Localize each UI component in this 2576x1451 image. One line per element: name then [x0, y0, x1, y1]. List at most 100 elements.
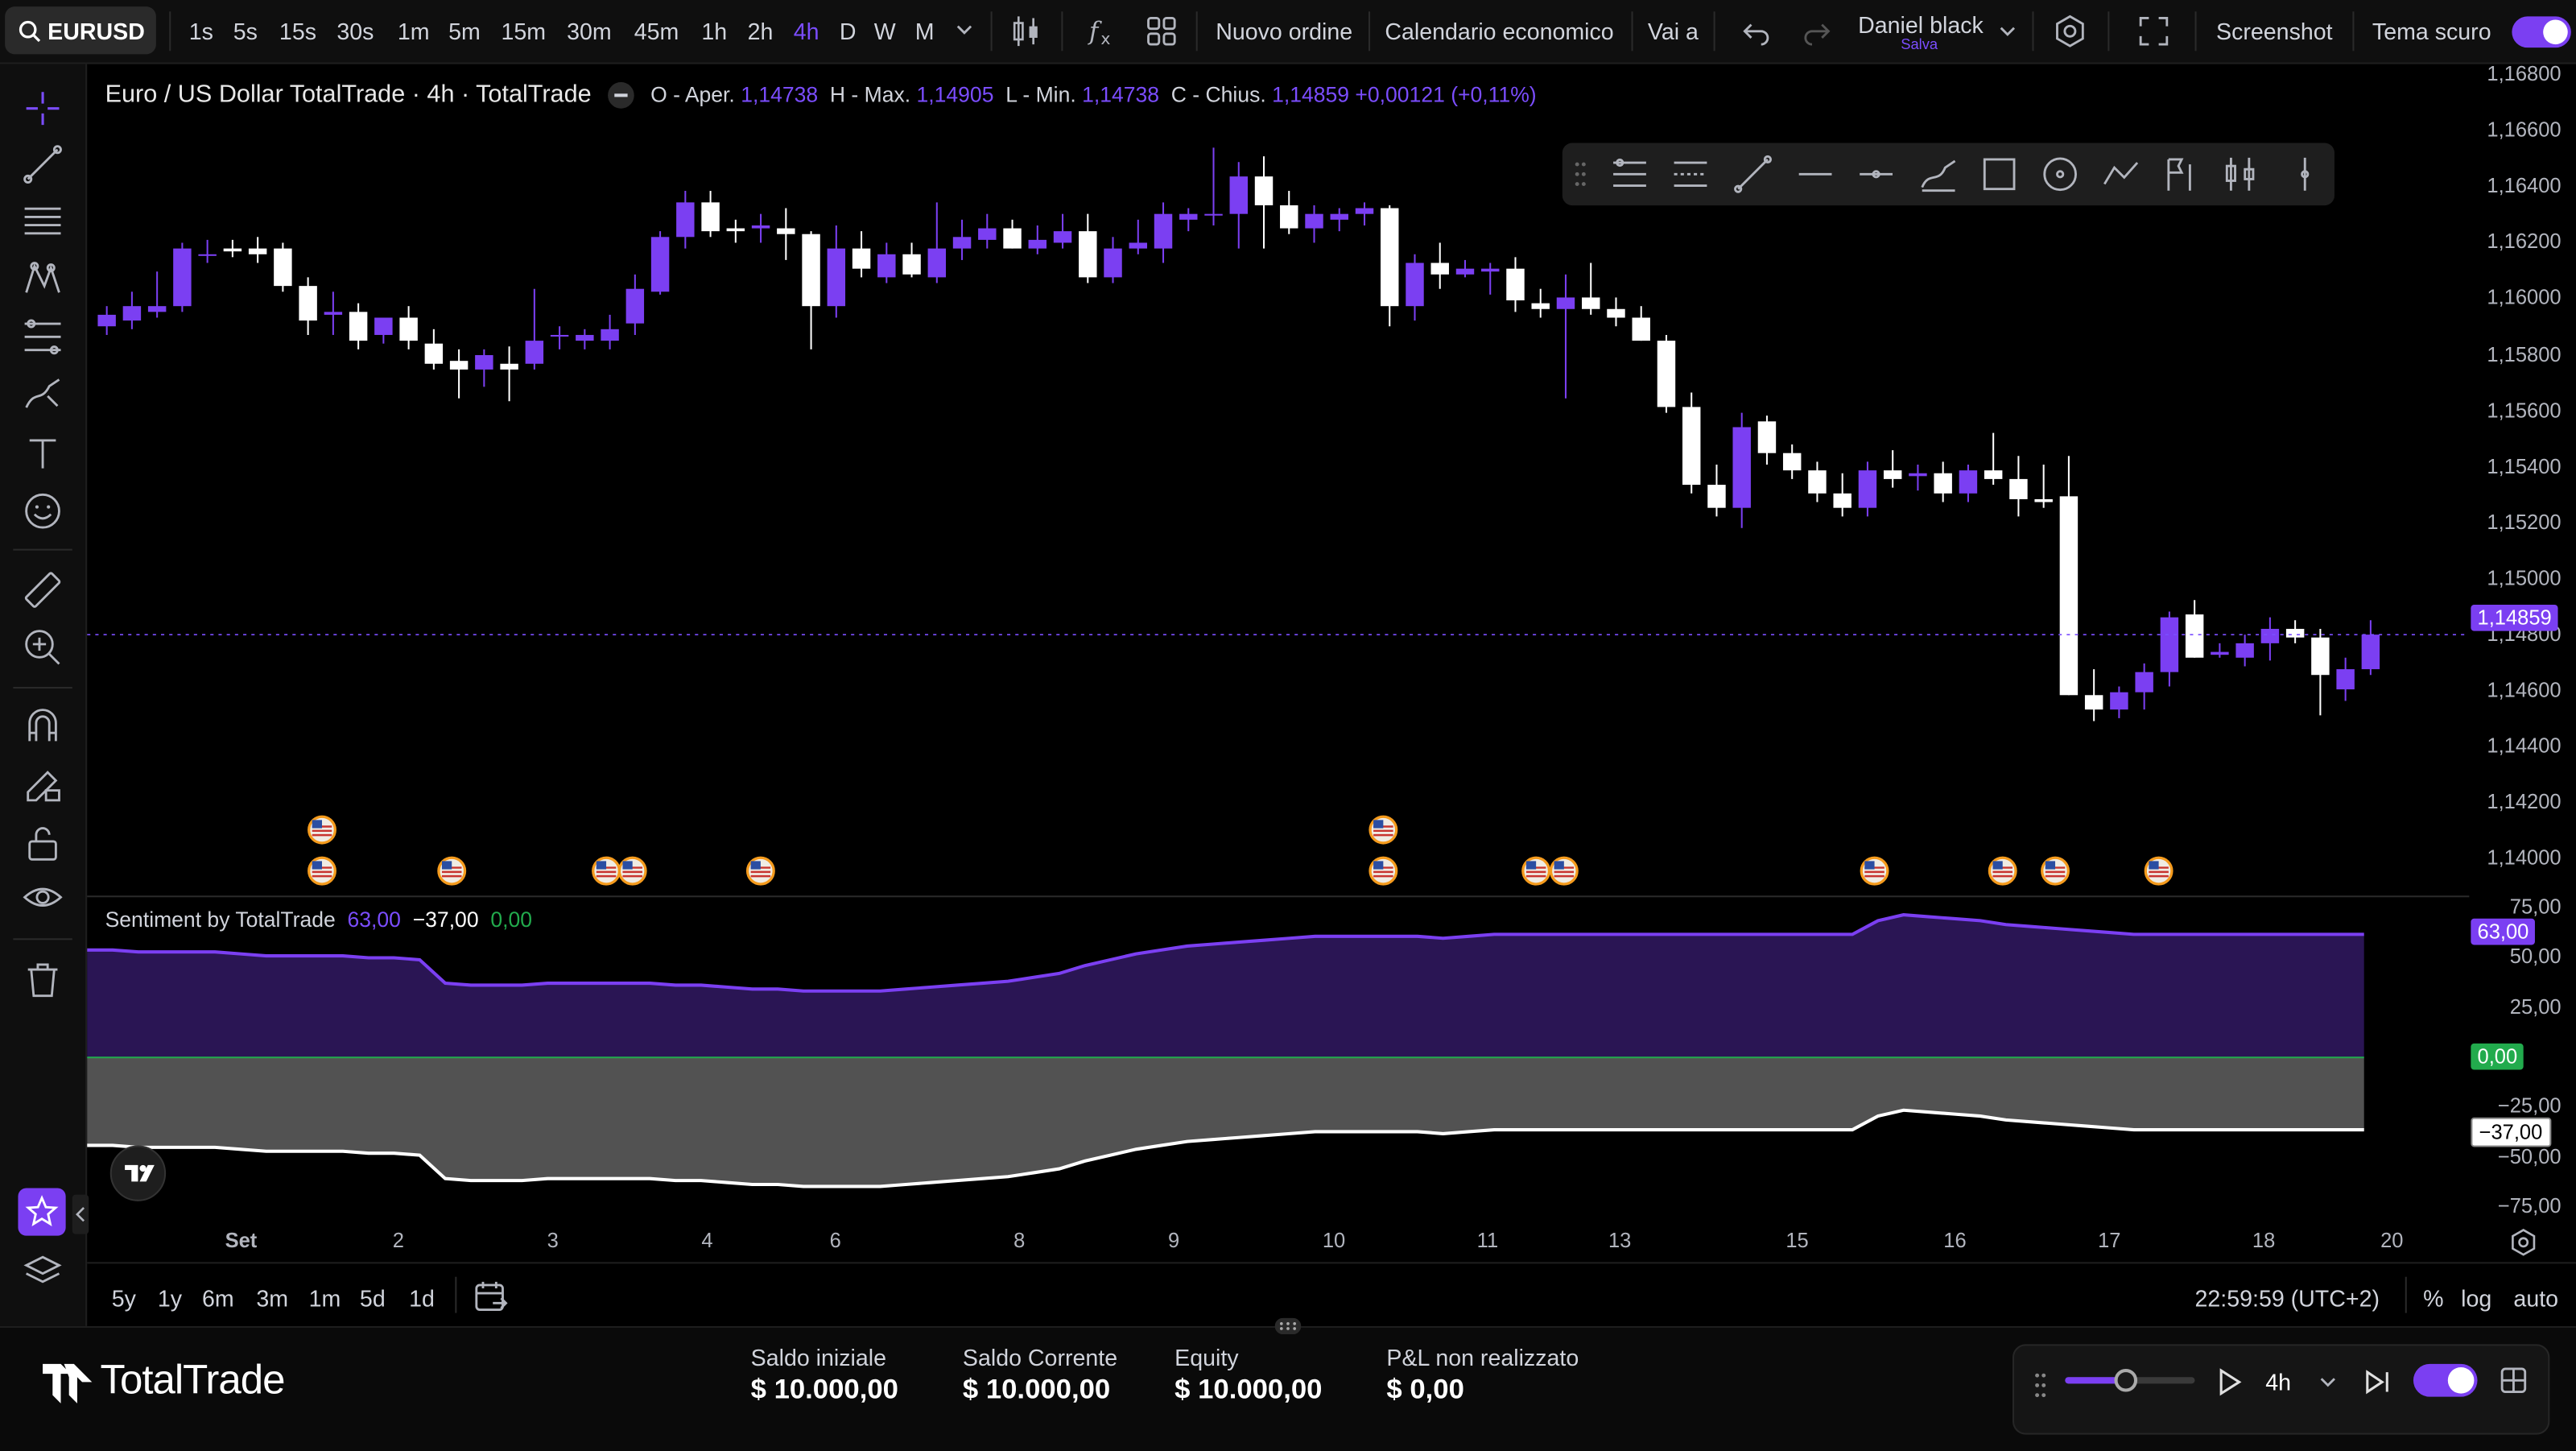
- crosshair-icon[interactable]: [22, 87, 64, 130]
- replay-toggle[interactable]: [2413, 1363, 2478, 1397]
- fullscreen-icon[interactable]: [2139, 16, 2169, 46]
- screenshot-button[interactable]: Screenshot: [2216, 18, 2333, 44]
- us-event-flag-icon[interactable]: [2041, 856, 2070, 886]
- rectangle-icon[interactable]: [1979, 155, 2019, 194]
- symbol-search-button[interactable]: EURUSD: [5, 6, 156, 55]
- range-5d[interactable]: 5d: [360, 1285, 386, 1312]
- drag-handle-icon[interactable]: [1572, 158, 1588, 191]
- interval-1m[interactable]: 1m: [398, 18, 430, 44]
- collapse-legend-icon[interactable]: [608, 81, 634, 108]
- step-forward-icon[interactable]: [2363, 1367, 2392, 1397]
- lock-icon[interactable]: [22, 821, 64, 864]
- collapse-sidebar-button[interactable]: [72, 1194, 89, 1234]
- us-event-flag-icon[interactable]: [308, 856, 336, 886]
- sentiment-indicator-pane[interactable]: [87, 895, 2470, 1262]
- us-event-flag-icon[interactable]: [2144, 856, 2174, 886]
- us-event-flag-icon[interactable]: [592, 856, 621, 886]
- interval-45m[interactable]: 45m: [634, 18, 679, 44]
- dark-theme-toggle[interactable]: [2512, 16, 2571, 48]
- percent-toggle[interactable]: %: [2423, 1285, 2443, 1312]
- trash-icon[interactable]: [22, 958, 64, 1001]
- us-event-flag-icon[interactable]: [437, 856, 467, 886]
- layout-grid-icon[interactable]: [1145, 14, 1178, 48]
- range-1d[interactable]: 1d: [409, 1285, 435, 1312]
- eye-icon[interactable]: [22, 876, 64, 919]
- horizontal-ray-icon[interactable]: [1796, 155, 1835, 194]
- auto-toggle[interactable]: auto: [2513, 1285, 2558, 1312]
- interval-30s[interactable]: 30s: [336, 18, 374, 44]
- redo-icon[interactable]: [1802, 16, 1832, 46]
- interval-1h[interactable]: 1h: [701, 18, 727, 44]
- flag-icon[interactable]: [2161, 155, 2200, 194]
- interval-15s[interactable]: 15s: [279, 18, 316, 44]
- candles-icon[interactable]: [1010, 13, 1043, 49]
- us-event-flag-icon[interactable]: [617, 856, 647, 886]
- us-event-flag-icon[interactable]: [745, 856, 775, 886]
- ruler-icon[interactable]: [22, 568, 64, 611]
- us-event-flag-icon[interactable]: [1988, 856, 2017, 886]
- range-3m[interactable]: 3m: [256, 1285, 288, 1312]
- horizontal-lines-icon[interactable]: [22, 200, 64, 243]
- range-5y[interactable]: 5y: [112, 1285, 136, 1312]
- interval-30m[interactable]: 30m: [567, 18, 612, 44]
- settings-gear-icon[interactable]: [2052, 13, 2088, 49]
- range-1y[interactable]: 1y: [158, 1285, 182, 1312]
- interval-5m[interactable]: 5m: [448, 18, 481, 44]
- us-event-flag-icon[interactable]: [1860, 856, 1889, 886]
- new-order-button[interactable]: Nuovo ordine: [1216, 18, 1352, 44]
- range-6m[interactable]: 6m: [202, 1285, 234, 1312]
- goto-button[interactable]: Vai a: [1648, 18, 1699, 44]
- us-event-flag-icon[interactable]: [1368, 856, 1398, 886]
- fib-retracement-icon[interactable]: [22, 316, 64, 358]
- emoji-icon[interactable]: [22, 490, 64, 532]
- us-event-flag-icon[interactable]: [1521, 856, 1551, 886]
- lock-drawing-icon[interactable]: [22, 764, 64, 807]
- panel-resize-handle-icon[interactable]: [1274, 1317, 1302, 1335]
- interval-D[interactable]: D: [840, 18, 857, 44]
- play-icon[interactable]: [2216, 1367, 2243, 1397]
- trend-line-icon[interactable]: [1733, 155, 1773, 194]
- save-label[interactable]: Salva: [1901, 36, 1938, 52]
- interval-15m[interactable]: 15m: [501, 18, 546, 44]
- layers-icon[interactable]: [22, 1251, 64, 1293]
- interval-5s[interactable]: 5s: [233, 18, 258, 44]
- path-icon[interactable]: [2101, 155, 2140, 194]
- speed-slider[interactable]: [2065, 1368, 2195, 1392]
- fib-levels-icon[interactable]: [1610, 155, 1649, 194]
- magnet-icon[interactable]: [22, 705, 64, 748]
- range-1m[interactable]: 1m: [309, 1285, 341, 1312]
- us-event-flag-icon[interactable]: [1549, 856, 1579, 886]
- trend-line-icon[interactable]: [22, 143, 64, 186]
- drag-handle-icon[interactable]: [2032, 1369, 2048, 1402]
- interval-4h[interactable]: 4h: [794, 18, 819, 44]
- brush-curve-icon[interactable]: [1919, 155, 1959, 194]
- interval-W[interactable]: W: [874, 18, 896, 44]
- chevron-down-icon[interactable]: [2320, 1374, 2336, 1390]
- indicators-fx-icon[interactable]: fx: [1084, 13, 1121, 49]
- text-icon[interactable]: [22, 432, 64, 475]
- undo-icon[interactable]: [1741, 16, 1771, 46]
- circle-icon[interactable]: [2041, 155, 2080, 194]
- us-event-flag-icon[interactable]: [308, 815, 336, 845]
- tv-logo[interactable]: [109, 1145, 167, 1201]
- log-toggle[interactable]: log: [2461, 1285, 2491, 1312]
- time-axis[interactable]: Set 2 3 4 6 8 9 10 11 13 15 16 17 18 20: [87, 1216, 2469, 1262]
- horizontal-line-icon[interactable]: [1856, 155, 1896, 194]
- chevron-down-icon[interactable]: [2000, 23, 2016, 39]
- interval-2h[interactable]: 2h: [748, 18, 774, 44]
- layout-name[interactable]: Daniel black: [1858, 11, 1984, 38]
- chevron-down-icon[interactable]: [956, 22, 972, 38]
- favorites-button[interactable]: [18, 1188, 66, 1236]
- us-event-flag-icon[interactable]: [1368, 815, 1398, 845]
- axis-settings-icon[interactable]: [2508, 1227, 2538, 1257]
- parallel-channel-icon[interactable]: [1670, 155, 1710, 194]
- interval-1s[interactable]: 1s: [189, 18, 213, 44]
- zoom-in-icon[interactable]: [22, 626, 64, 669]
- replay-interval[interactable]: 4h: [2265, 1369, 2291, 1395]
- economic-calendar-button[interactable]: Calendario economico: [1385, 18, 1613, 44]
- brush-icon[interactable]: [22, 373, 64, 415]
- interval-M[interactable]: M: [915, 18, 935, 44]
- clock[interactable]: 22:59:59 (UTC+2): [2195, 1285, 2380, 1312]
- calendar-range-icon[interactable]: [473, 1279, 510, 1315]
- candle-pattern-icon[interactable]: [2221, 155, 2260, 194]
